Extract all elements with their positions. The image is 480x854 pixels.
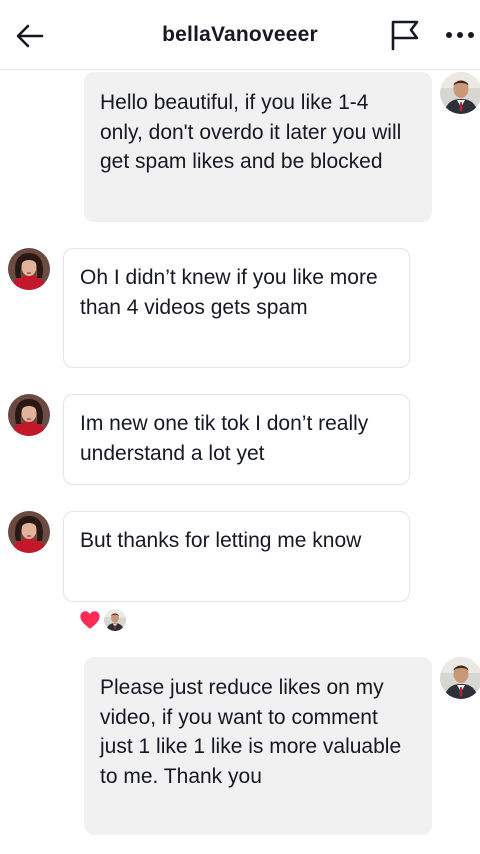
message-bubble-outgoing[interactable]: Hello beautiful, if you like 1-4 only, d… (84, 72, 432, 222)
message-text: Oh I didn’t knew if you like more than 4… (80, 266, 378, 319)
message-bubble-outgoing[interactable]: Please just reduce likes on my video, if… (84, 657, 432, 835)
avatar[interactable] (8, 248, 50, 290)
message-bubble-incoming[interactable]: But thanks for letting me know (63, 511, 410, 602)
message-text: Im new one tik tok I don’t really unders… (80, 412, 369, 465)
avatar[interactable] (440, 657, 480, 699)
avatar[interactable] (8, 511, 50, 553)
message-text: Hello beautiful, if you like 1-4 only, d… (100, 91, 402, 173)
more-options-button[interactable] (444, 22, 476, 48)
avatar[interactable] (8, 394, 50, 436)
more-horizontal-icon (446, 32, 474, 38)
message-text: But thanks for letting me know (80, 529, 362, 552)
heart-icon (80, 611, 100, 629)
report-button[interactable] (389, 19, 421, 51)
message-text: Please just reduce likes on my video, if… (100, 676, 402, 788)
flag-icon (391, 20, 419, 51)
message-bubble-incoming[interactable]: Oh I didn’t knew if you like more than 4… (63, 248, 410, 368)
message-bubble-incoming[interactable]: Im new one tik tok I don’t really unders… (63, 394, 410, 485)
avatar[interactable] (440, 72, 480, 114)
reactor-avatar (104, 609, 126, 631)
chat-header: bellaVanoveeer (0, 0, 480, 70)
